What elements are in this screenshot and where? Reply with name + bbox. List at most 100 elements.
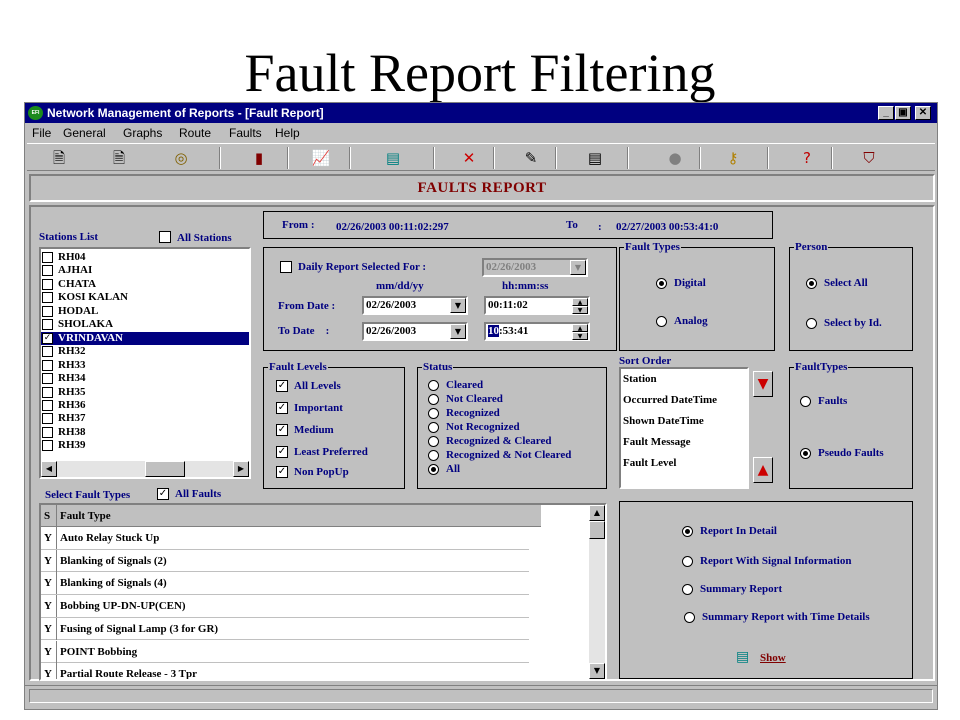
station-checkbox[interactable] xyxy=(42,292,53,304)
fault-level-checkbox[interactable]: ✓ xyxy=(276,402,288,414)
station-item[interactable]: RH32 xyxy=(41,345,249,358)
station-checkbox[interactable] xyxy=(42,386,53,398)
station-item[interactable]: CHATA xyxy=(41,278,249,291)
target-icon[interactable]: ◎ xyxy=(171,148,191,168)
daily-report-checkbox[interactable] xyxy=(280,261,292,273)
sort-order-item[interactable]: Fault Message xyxy=(623,436,691,449)
stations-hscrollbar[interactable]: ◀ ▶ xyxy=(41,461,249,477)
station-item[interactable]: KOSI KALAN xyxy=(41,291,249,304)
fault-type-radio[interactable] xyxy=(656,316,667,327)
status-radio[interactable] xyxy=(428,464,439,475)
to-date-dropdown-icon[interactable]: ▼ xyxy=(450,324,466,339)
menu-general[interactable]: General xyxy=(63,126,106,140)
station-item[interactable]: RH33 xyxy=(41,359,249,372)
fault-level-checkbox[interactable]: ✓ xyxy=(276,446,288,458)
menu-graphs[interactable]: Graphs xyxy=(123,126,162,140)
sort-order-item[interactable]: Station xyxy=(623,373,657,386)
station-checkbox[interactable] xyxy=(42,426,53,438)
status-radio[interactable] xyxy=(428,408,439,419)
line-chart-icon[interactable]: 📈 xyxy=(311,148,331,168)
edit-report-icon[interactable]: ✎ xyxy=(521,148,541,168)
map-icon[interactable]: ▤ xyxy=(383,148,403,168)
report-page-icon[interactable]: 🗎 xyxy=(49,148,69,168)
bar-chart-icon[interactable]: ▮ xyxy=(249,148,269,168)
scroll-thumb[interactable] xyxy=(145,461,185,477)
grid-header-s[interactable]: S xyxy=(41,505,57,527)
grid-vscrollbar[interactable]: ▲ ▼ xyxy=(589,505,605,679)
station-checkbox[interactable] xyxy=(42,346,53,358)
table-row[interactable]: Y POINT Bobbing xyxy=(41,640,529,663)
station-item[interactable]: RH39 xyxy=(41,439,249,452)
lock-icon[interactable]: ● xyxy=(665,148,685,168)
from-time-down-icon[interactable]: ▼ xyxy=(572,306,588,314)
fault-selected-cell[interactable]: Y xyxy=(41,663,57,679)
station-checkbox[interactable] xyxy=(42,319,53,331)
document-icon[interactable]: 🗎 xyxy=(109,148,129,168)
fault-level-checkbox[interactable]: ✓ xyxy=(276,466,288,478)
sort-order-item[interactable]: Fault Level xyxy=(623,457,676,470)
table-row[interactable]: Y Blanking of Signals (4) xyxy=(41,572,529,595)
fault-selected-cell[interactable]: Y xyxy=(41,595,57,618)
scroll-right-icon[interactable]: ▶ xyxy=(233,461,249,477)
status-radio[interactable] xyxy=(428,380,439,391)
menu-help[interactable]: Help xyxy=(275,126,300,140)
all-faults-checkbox[interactable]: ✓ xyxy=(157,488,169,500)
stations-list[interactable]: RH04 AJHAI CHATA KOSI KALAN HODAL SHOLAKA ✓ VRI… xyxy=(39,247,251,479)
to-time-up-icon[interactable]: ▲ xyxy=(572,324,588,332)
sort-order-item[interactable]: Shown DateTime xyxy=(623,415,704,428)
station-checkbox[interactable] xyxy=(42,359,53,371)
fault-kind-radio[interactable] xyxy=(800,448,811,459)
exit-icon[interactable]: ⛉ xyxy=(859,148,879,168)
sort-order-item[interactable]: Occurred DateTime xyxy=(623,394,717,407)
status-radio[interactable] xyxy=(428,436,439,447)
person-radio[interactable] xyxy=(806,318,817,329)
sort-move-up-icon[interactable]: ▲ xyxy=(753,457,773,483)
station-checkbox[interactable] xyxy=(42,265,53,277)
station-checkbox[interactable] xyxy=(42,305,53,317)
status-radio[interactable] xyxy=(428,394,439,405)
station-item[interactable]: AJHAI xyxy=(41,264,249,277)
text-page-icon[interactable]: ▤ xyxy=(585,148,605,168)
fault-selected-cell[interactable]: Y xyxy=(41,527,57,549)
minimize-button[interactable]: _ xyxy=(878,106,894,120)
report-radio[interactable] xyxy=(682,526,693,537)
station-item[interactable]: RH38 xyxy=(41,426,249,439)
scroll-left-icon[interactable]: ◀ xyxy=(41,461,57,477)
all-stations-checkbox[interactable] xyxy=(159,231,171,243)
delete-x-icon[interactable]: ✕ xyxy=(459,148,479,168)
sort-move-down-icon[interactable]: ▼ xyxy=(753,371,773,397)
fault-level-checkbox[interactable]: ✓ xyxy=(276,380,288,392)
help-icon[interactable]: ? xyxy=(797,148,817,168)
fault-selected-cell[interactable]: Y xyxy=(41,549,57,572)
station-checkbox[interactable] xyxy=(42,440,53,452)
fault-level-checkbox[interactable]: ✓ xyxy=(276,424,288,436)
fault-selected-cell[interactable]: Y xyxy=(41,572,57,595)
fault-kind-radio[interactable] xyxy=(800,396,811,407)
table-row[interactable]: Y Blanking of Signals (2) xyxy=(41,549,529,573)
to-time-down-icon[interactable]: ▼ xyxy=(572,332,588,340)
station-item[interactable]: RH34 xyxy=(41,372,249,385)
fault-type-grid[interactable]: S Fault Type Y Auto Relay Stuck Up Y Blanki… xyxy=(39,503,607,681)
fault-selected-cell[interactable]: Y xyxy=(41,640,57,663)
menu-route[interactable]: Route xyxy=(179,126,211,140)
daily-dropdown-icon[interactable]: ▼ xyxy=(570,260,586,275)
status-radio[interactable] xyxy=(428,450,439,461)
table-row[interactable]: Y Bobbing UP-DN-UP(CEN) xyxy=(41,595,529,618)
table-row[interactable]: Y Auto Relay Stuck Up xyxy=(41,527,529,550)
from-time-up-icon[interactable]: ▲ xyxy=(572,298,588,306)
restore-button[interactable]: ▣ xyxy=(895,106,911,120)
sort-order-list[interactable]: Station Occurred DateTime Shown DateTime Fa… xyxy=(619,367,749,489)
menu-faults[interactable]: Faults xyxy=(229,126,262,140)
table-row[interactable]: Y Partial Route Release - 3 Tpr xyxy=(41,663,529,679)
station-checkbox[interactable] xyxy=(42,252,53,263)
station-item[interactable]: HODAL xyxy=(41,305,249,318)
station-item[interactable]: RH04 xyxy=(41,251,249,264)
close-button[interactable]: ✕ xyxy=(915,106,931,120)
report-radio[interactable] xyxy=(682,556,693,567)
report-radio[interactable] xyxy=(682,584,693,595)
station-checkbox[interactable]: ✓ xyxy=(42,332,53,344)
station-checkbox[interactable] xyxy=(42,278,53,290)
grid-scroll-up-icon[interactable]: ▲ xyxy=(589,505,605,521)
from-date-dropdown-icon[interactable]: ▼ xyxy=(450,298,466,313)
menu-file[interactable]: File xyxy=(32,126,51,140)
